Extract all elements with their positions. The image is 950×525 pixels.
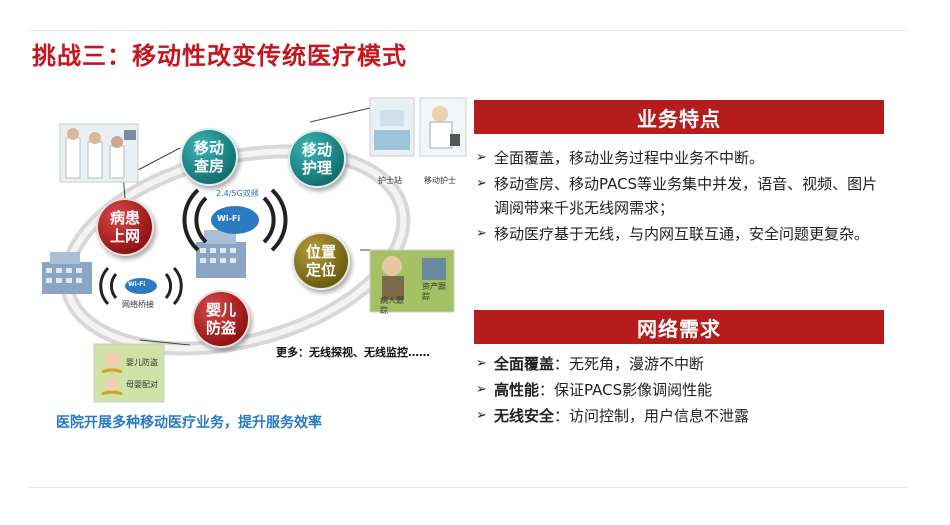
bottom-divider	[28, 487, 908, 488]
infant-photo	[93, 343, 165, 403]
mobile-nurse-label: 移动护士	[424, 176, 456, 185]
nurse-station-label: 护士站	[378, 176, 402, 185]
bubble-patient-online: 病患上网	[96, 198, 154, 256]
wifi-badge: Wi-Fi	[217, 214, 241, 223]
network-header: 网络需求	[474, 310, 884, 344]
network-item: ➢ 全面覆盖：无死角，漫游不中断	[476, 352, 886, 376]
network-list: ➢ 全面覆盖：无死角，漫游不中断 ➢ 高性能：保证PACS影像调阅性能 ➢ 无线…	[476, 352, 886, 430]
top-divider	[28, 30, 908, 31]
wifi-frequency-label: 2.4/5G双频	[216, 189, 259, 198]
bridge-wifi-badge: Wi-Fi	[128, 281, 146, 288]
mobile-medical-diagram: 2.4/5G双频 Wi-Fi Wi-Fi 网络桥接 护士站 移动护士 病人跟踪 …	[30, 90, 470, 440]
doctors-photo	[59, 123, 139, 183]
bubble-mobile-rounds: 移动查房	[180, 128, 238, 186]
arrow-bullet-icon: ➢	[476, 150, 487, 165]
nurse-station-photo	[369, 97, 415, 157]
mother-label: 母婴配对	[126, 380, 158, 389]
patient-track-label: 病人跟踪	[380, 296, 404, 315]
more-services-text: 更多：无线探视、无线监控……	[276, 346, 430, 359]
arrow-bullet-icon: ➢	[476, 382, 487, 397]
business-item: ➢ 全面覆盖，移动业务过程中业务不中断。	[476, 146, 886, 170]
diagram-background	[42, 97, 467, 403]
left-building-icon	[42, 252, 92, 294]
mobile-nurse-photo	[419, 97, 467, 157]
arrow-bullet-icon: ➢	[476, 356, 487, 371]
asset-track-label: 资产跟踪	[422, 282, 446, 301]
business-item: ➢ 移动查房、移动PACS等业务集中并发，语音、视频、图片调阅带来千兆无线网需求…	[476, 172, 886, 220]
business-header: 业务特点	[474, 100, 884, 134]
arrow-bullet-icon: ➢	[476, 226, 487, 241]
bubble-infant-antitheft: 婴儿防盗	[192, 290, 250, 348]
business-item: ➢ 移动医疗基于无线，与内网互联互通，安全问题更复杂。	[476, 222, 886, 246]
bridge-label: 网络桥接	[122, 300, 154, 309]
slide-title: 挑战三：移动性改变传统医疗模式	[32, 42, 407, 70]
bubble-location: 位置定位	[292, 232, 350, 290]
network-item: ➢ 无线安全：访问控制，用户信息不泄露	[476, 404, 886, 428]
bubble-mobile-nursing: 移动护理	[288, 130, 346, 188]
arrow-bullet-icon: ➢	[476, 176, 487, 191]
network-item: ➢ 高性能：保证PACS影像调阅性能	[476, 378, 886, 402]
arrow-bullet-icon: ➢	[476, 408, 487, 423]
infant-label: 婴儿防盗	[126, 358, 158, 367]
diagram-caption: 医院开展多种移动医疗业务，提升服务效率	[56, 415, 322, 431]
business-list: ➢ 全面覆盖，移动业务过程中业务不中断。 ➢ 移动查房、移动PACS等业务集中并…	[476, 146, 886, 248]
